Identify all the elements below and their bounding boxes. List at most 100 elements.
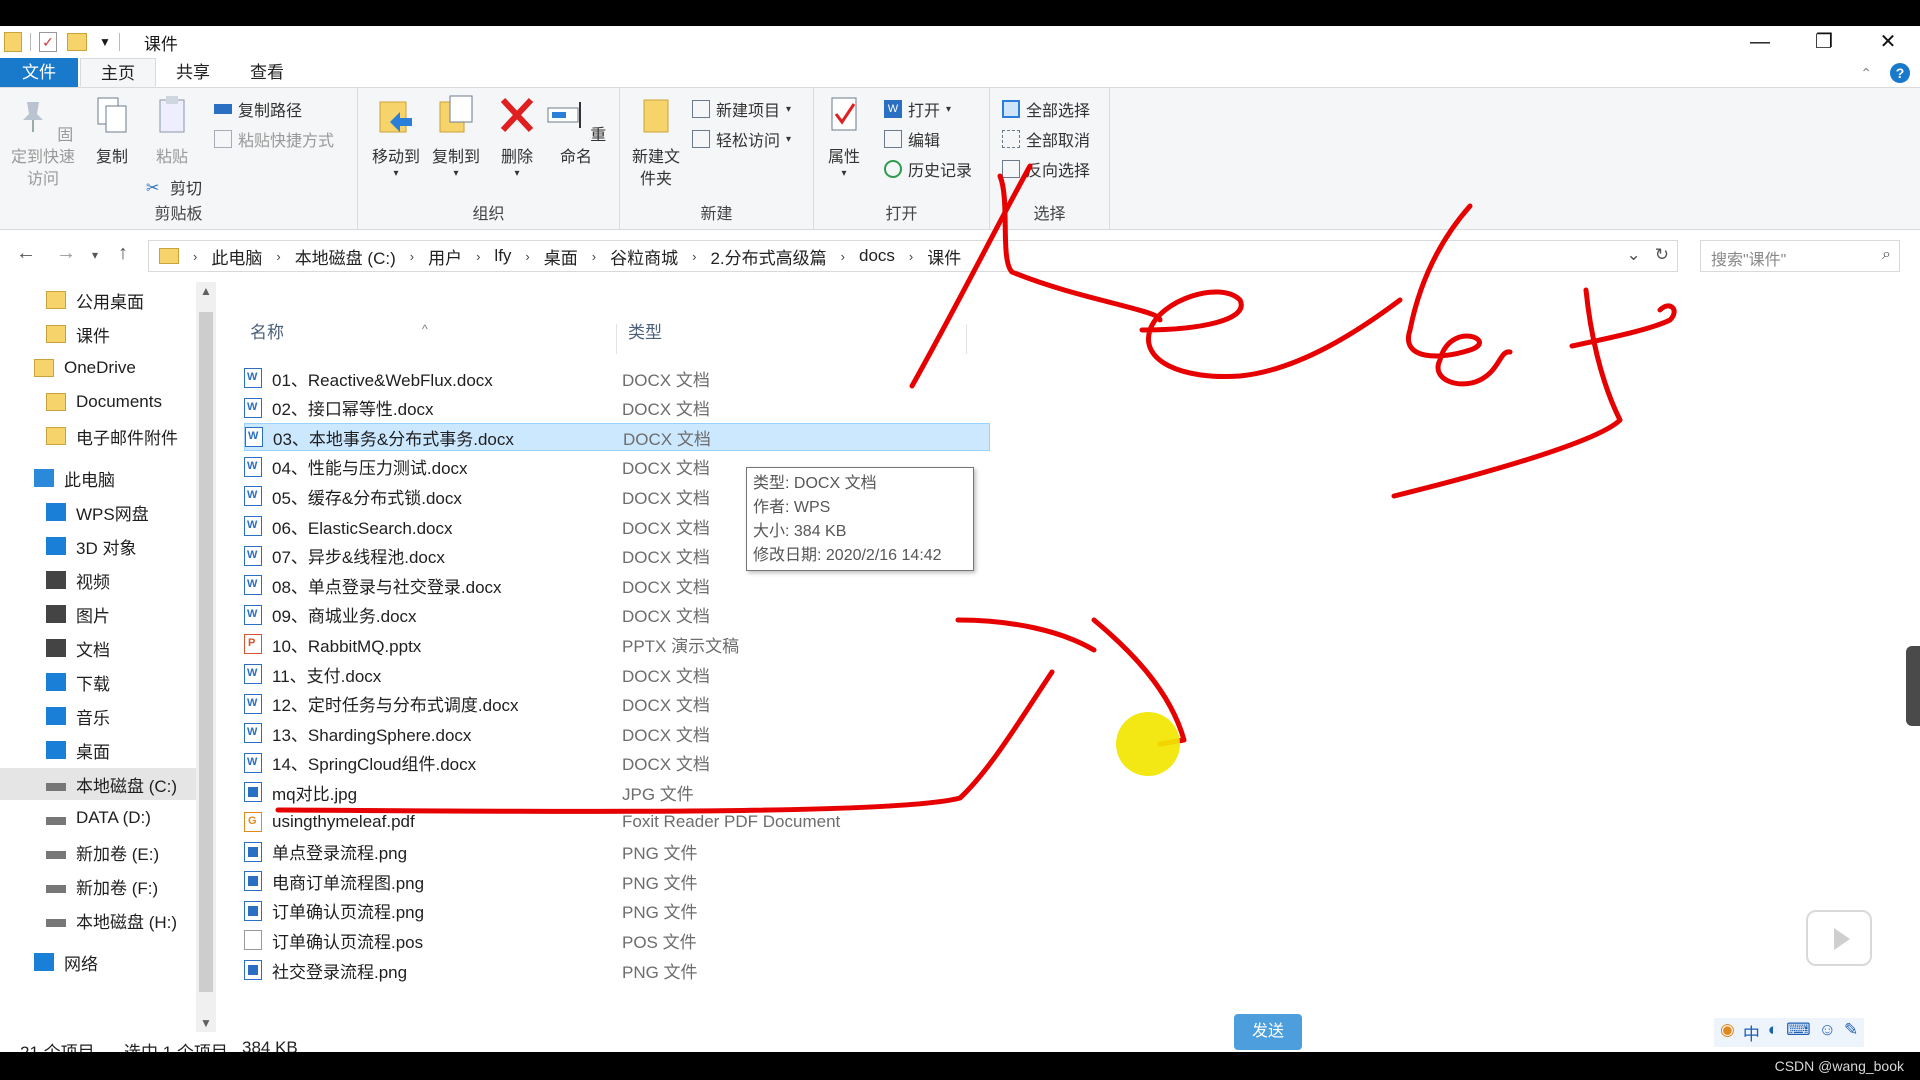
nav-scrollbar[interactable]: ▲ ▼ bbox=[196, 282, 216, 1032]
nav-item[interactable]: 音乐 bbox=[0, 700, 196, 732]
file-row[interactable]: 电商订单流程图.png PNG 文件 bbox=[244, 867, 990, 895]
back-arrow-icon[interactable]: ← bbox=[16, 242, 36, 265]
file-row[interactable]: 订单确认页流程.png PNG 文件 bbox=[244, 897, 990, 925]
delete-button[interactable]: 删除 ▾ bbox=[492, 94, 542, 179]
file-row[interactable]: 社交登录流程.png PNG 文件 bbox=[244, 956, 990, 984]
scroll-up-icon[interactable]: ▲ bbox=[200, 284, 212, 298]
breadcrumb-project[interactable]: 谷粒商城 bbox=[610, 244, 678, 269]
close-button[interactable]: ✕ bbox=[1856, 26, 1920, 58]
file-row[interactable]: 10、RabbitMQ.pptx PPTX 演示文稿 bbox=[244, 630, 990, 658]
breadcrumb-advanced[interactable]: 2.分布式高级篇 bbox=[710, 244, 826, 269]
chevron-right-icon[interactable]: › bbox=[841, 249, 845, 264]
file-row[interactable]: usingthymeleaf.pdf Foxit Reader PDF Docum… bbox=[244, 808, 990, 836]
chevron-right-icon[interactable]: › bbox=[909, 249, 913, 264]
chevron-right-icon[interactable]: › bbox=[692, 249, 696, 264]
breadcrumb-users[interactable]: 用户 bbox=[428, 244, 462, 269]
file-row[interactable]: 13、ShardingSphere.docx DOCX 文档 bbox=[244, 719, 990, 747]
copy-to-button[interactable]: 复制到 ▾ bbox=[426, 94, 486, 179]
file-row[interactable]: 08、单点登录与社交登录.docx DOCX 文档 bbox=[244, 571, 990, 599]
forward-arrow-icon[interactable]: → bbox=[56, 242, 76, 265]
chevron-right-icon[interactable]: › bbox=[525, 249, 529, 264]
new-folder-button[interactable]: 新建文件夹 bbox=[624, 94, 688, 191]
breadcrumb-desktop[interactable]: 桌面 bbox=[544, 244, 578, 269]
breadcrumb-current[interactable]: 课件 bbox=[927, 244, 961, 269]
nav-item[interactable]: 3D 对象 bbox=[0, 530, 196, 562]
recent-locations-chevron-icon[interactable]: ▾ bbox=[92, 248, 98, 262]
user-icon[interactable]: ☺ bbox=[1819, 1020, 1836, 1045]
collapse-ribbon-icon[interactable]: ⌃ bbox=[1860, 65, 1872, 82]
nav-item[interactable]: OneDrive bbox=[0, 352, 196, 384]
column-divider[interactable] bbox=[616, 324, 617, 354]
nav-item[interactable]: 公用桌面 bbox=[0, 284, 196, 316]
file-row[interactable]: 11、支付.docx DOCX 文档 bbox=[244, 660, 990, 688]
chevron-down-icon[interactable]: ▼ bbox=[99, 35, 111, 49]
paste-button[interactable]: 粘贴 bbox=[144, 94, 200, 169]
minimize-button[interactable]: — bbox=[1728, 26, 1792, 58]
keyboard-icon[interactable]: ⌨ bbox=[1786, 1020, 1811, 1045]
chevron-right-icon[interactable]: › bbox=[592, 249, 596, 264]
properties-button[interactable]: 属性 ▾ bbox=[816, 94, 872, 179]
column-header-name[interactable]: 名称 bbox=[250, 318, 284, 343]
column-header-type[interactable]: 类型 bbox=[628, 318, 662, 343]
nav-item[interactable]: 本地磁盘 (H:) bbox=[0, 904, 196, 936]
tab-share[interactable]: 共享 bbox=[156, 58, 230, 87]
file-row[interactable]: 14、SpringCloud组件.docx DOCX 文档 bbox=[244, 749, 990, 777]
invert-selection-button[interactable]: 反向选择 bbox=[1002, 156, 1090, 182]
nav-item[interactable]: WPS网盘 bbox=[0, 496, 196, 528]
moon-icon[interactable]: ◐ bbox=[1768, 1020, 1778, 1045]
side-panel-handle[interactable] bbox=[1906, 646, 1920, 726]
move-to-button[interactable]: 移动到 ▾ bbox=[366, 94, 426, 179]
up-arrow-icon[interactable]: ↑ bbox=[118, 242, 128, 265]
chevron-right-icon[interactable]: › bbox=[410, 249, 414, 264]
breadcrumb-docs[interactable]: docs bbox=[859, 246, 895, 266]
address-bar[interactable]: › 此电脑 › 本地磁盘 (C:) › 用户 › lfy › 桌面 › 谷粒商城… bbox=[148, 240, 1678, 272]
file-row[interactable]: 单点登录流程.png PNG 文件 bbox=[244, 838, 990, 866]
nav-item[interactable]: 新加卷 (F:) bbox=[0, 870, 196, 902]
breadcrumb-this-pc[interactable]: 此电脑 bbox=[211, 244, 262, 269]
open-button[interactable]: W 打开 ▾ bbox=[884, 96, 951, 122]
breadcrumb-user[interactable]: lfy bbox=[494, 246, 511, 266]
file-row[interactable]: mq对比.jpg JPG 文件 bbox=[244, 778, 990, 806]
file-row[interactable]: 12、定时任务与分布式调度.docx DOCX 文档 bbox=[244, 690, 990, 718]
nav-item[interactable]: 视频 bbox=[0, 564, 196, 596]
copy-path-button[interactable]: 复制路径 bbox=[214, 96, 302, 122]
wrench-icon[interactable]: ✎ bbox=[1844, 1020, 1858, 1045]
tab-view[interactable]: 查看 bbox=[230, 58, 304, 87]
edit-button[interactable]: 编辑 bbox=[884, 126, 940, 152]
scroll-down-icon[interactable]: ▼ bbox=[200, 1016, 212, 1030]
ime-language[interactable]: 中 bbox=[1743, 1020, 1760, 1045]
file-row[interactable]: 03、本地事务&分布式事务.docx DOCX 文档 bbox=[244, 423, 990, 452]
new-folder-quick-icon[interactable] bbox=[67, 33, 87, 51]
file-row[interactable]: 订单确认页流程.pos POS 文件 bbox=[244, 926, 990, 954]
nav-item[interactable]: 下载 bbox=[0, 666, 196, 698]
refresh-icon[interactable]: ↻ bbox=[1655, 245, 1669, 265]
tab-file[interactable]: 文件 bbox=[0, 58, 78, 87]
send-danmaku-button[interactable]: 发送 bbox=[1234, 1014, 1302, 1050]
pin-quick-access-button[interactable]: 固定到快速访问 bbox=[8, 94, 78, 191]
history-button[interactable]: 历史记录 bbox=[884, 156, 972, 182]
nav-item[interactable]: 本地磁盘 (C:) bbox=[0, 768, 196, 800]
chevron-right-icon[interactable]: › bbox=[276, 249, 280, 264]
column-divider[interactable] bbox=[966, 324, 967, 354]
new-item-button[interactable]: 新建项目 ▾ bbox=[692, 96, 791, 122]
nav-item[interactable]: 网络 bbox=[0, 946, 196, 978]
nav-item[interactable]: DATA (D:) bbox=[0, 802, 196, 834]
file-row[interactable]: 02、接口幂等性.docx DOCX 文档 bbox=[244, 394, 990, 422]
nav-item[interactable]: 文档 bbox=[0, 632, 196, 664]
nav-item[interactable]: 桌面 bbox=[0, 734, 196, 766]
play-icon[interactable] bbox=[1806, 910, 1872, 966]
chevron-right-icon[interactable]: › bbox=[476, 249, 480, 264]
easy-access-button[interactable]: 轻松访问 ▾ bbox=[692, 126, 791, 152]
scrollbar-thumb[interactable] bbox=[199, 312, 213, 992]
input-method-bar[interactable]: ◉ 中 ◐ ⌨ ☺ ✎ bbox=[1714, 1018, 1865, 1047]
nav-item[interactable]: 电子邮件附件 bbox=[0, 420, 196, 452]
nav-item[interactable]: 此电脑 bbox=[0, 462, 196, 494]
cut-button[interactable]: ✂ 剪切 bbox=[146, 174, 202, 200]
file-row[interactable]: 09、商城业务.docx DOCX 文档 bbox=[244, 601, 990, 629]
select-none-button[interactable]: 全部取消 bbox=[1002, 126, 1090, 152]
nav-item[interactable]: 课件 bbox=[0, 318, 196, 350]
paste-shortcut-button[interactable]: 粘贴快捷方式 bbox=[214, 126, 334, 152]
address-history-chevron-icon[interactable]: ⌄ bbox=[1627, 245, 1641, 265]
chevron-right-icon[interactable]: › bbox=[193, 249, 197, 264]
file-row[interactable]: 01、Reactive&WebFlux.docx DOCX 文档 bbox=[244, 364, 990, 392]
